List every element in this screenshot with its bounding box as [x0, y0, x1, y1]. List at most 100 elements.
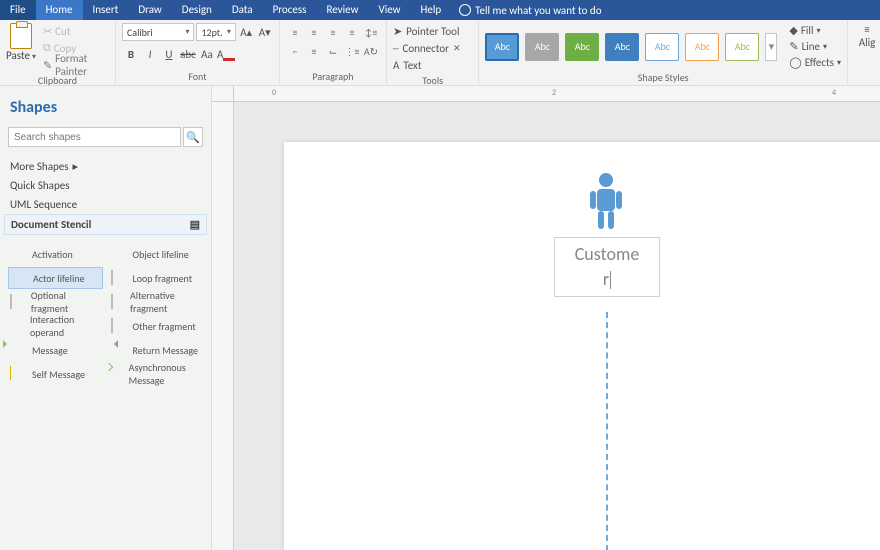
- align-left-button[interactable]: ≡: [286, 23, 304, 41]
- search-button[interactable]: 🔍: [183, 127, 203, 147]
- search-icon: 🔍: [186, 131, 200, 144]
- tell-me-search[interactable]: Tell me what you want to do: [451, 0, 609, 20]
- pointer-tool-button[interactable]: ➤Pointer Tool: [393, 23, 472, 39]
- group-paragraph: ≡ ≡ ≡ ≡ ↕≡ ⌐ ≡ ⌙ ⋮≡ A↻ Paragraph: [280, 20, 387, 85]
- bucket-icon: ◆: [789, 24, 797, 37]
- effects-button[interactable]: ◯Effects▾: [789, 55, 841, 70]
- style-swatch-4[interactable]: Abc: [605, 33, 639, 61]
- align-bottom-button[interactable]: ⌙: [324, 42, 342, 60]
- fill-button[interactable]: ◆Fill▾: [789, 23, 841, 38]
- quick-shapes-link[interactable]: Quick Shapes: [8, 176, 203, 195]
- underline-button[interactable]: U: [160, 45, 178, 63]
- more-shapes-link[interactable]: More Shapes▸: [8, 157, 203, 176]
- tab-process[interactable]: Process: [263, 0, 317, 20]
- actor-lifeline[interactable]: [606, 312, 608, 550]
- pen-icon: ✎: [789, 40, 798, 53]
- italic-button[interactable]: I: [141, 45, 159, 63]
- connector-icon: ─: [393, 42, 399, 55]
- tab-design[interactable]: Design: [172, 0, 222, 20]
- connector-tool-button[interactable]: ─Connector✕: [393, 40, 472, 56]
- change-case-button[interactable]: Aa: [198, 45, 216, 63]
- page[interactable]: Custome r: [284, 142, 880, 550]
- tab-data[interactable]: Data: [222, 0, 263, 20]
- align-icon: ≡: [864, 23, 869, 36]
- bullets-button[interactable]: ⋮≡: [343, 42, 361, 60]
- cut-button[interactable]: ✂Cut: [40, 23, 109, 39]
- style-swatch-7[interactable]: Abc: [725, 33, 759, 61]
- align-top-button[interactable]: ⌐: [286, 42, 304, 60]
- tab-home[interactable]: Home: [36, 0, 83, 20]
- actor-label-editor[interactable]: Custome r: [554, 237, 660, 297]
- chevron-right-icon: ▸: [73, 160, 79, 173]
- tab-draw[interactable]: Draw: [128, 0, 171, 20]
- align-button[interactable]: ≡ Alig: [854, 23, 880, 49]
- copy-icon: ⧉: [43, 41, 51, 55]
- shape-other-fragment[interactable]: Other fragment: [109, 315, 204, 337]
- shape-return-message[interactable]: Return Message: [109, 339, 204, 361]
- justify-button[interactable]: ≡: [343, 23, 361, 41]
- style-swatch-1[interactable]: Abc: [485, 33, 519, 61]
- style-swatch-3[interactable]: Abc: [565, 33, 599, 61]
- group-label-font: Font: [122, 69, 273, 85]
- ruler-horizontal[interactable]: 0 2 4: [234, 86, 880, 102]
- ribbon: Paste ✂Cut ⧉Copy ✎Format Painter Clipboa…: [0, 20, 880, 86]
- ribbon-tabs: File Home Insert Draw Design Data Proces…: [0, 0, 880, 20]
- font-name-combo[interactable]: Calibri▾: [122, 23, 195, 41]
- effects-icon: ◯: [789, 56, 801, 69]
- text-direction-button[interactable]: A↻: [362, 42, 380, 60]
- person-icon: [586, 172, 626, 230]
- grow-font-button[interactable]: A▴: [238, 23, 255, 41]
- align-middle-button[interactable]: ≡: [305, 42, 323, 60]
- shape-self-message[interactable]: Self Message: [8, 363, 103, 385]
- text-caret: [610, 271, 611, 289]
- align-center-button[interactable]: ≡: [305, 23, 323, 41]
- style-gallery-more[interactable]: ▾: [765, 33, 777, 61]
- shape-message[interactable]: Message: [8, 339, 103, 361]
- line-spacing-button[interactable]: ↕≡: [362, 23, 380, 41]
- brush-icon: ✎: [43, 59, 52, 72]
- shapes-title: Shapes: [10, 98, 203, 117]
- scissors-icon: ✂: [43, 25, 52, 38]
- style-swatch-2[interactable]: Abc: [525, 33, 559, 61]
- lightbulb-icon: [459, 4, 471, 16]
- shrink-font-button[interactable]: A▾: [256, 23, 273, 41]
- canvas-background[interactable]: Custome r: [234, 102, 880, 550]
- group-font: Calibri▾ 12pt.▾ A▴ A▾ B I U abc Aa A Fon…: [116, 20, 280, 85]
- shape-alternative-fragment[interactable]: Alternative fragment: [109, 291, 204, 313]
- shape-async-message[interactable]: Asynchronous Message: [109, 363, 204, 385]
- align-right-button[interactable]: ≡: [324, 23, 342, 41]
- shape-loop-fragment[interactable]: Loop fragment: [109, 267, 204, 289]
- paste-button[interactable]: Paste: [6, 23, 36, 73]
- shape-activation[interactable]: Activation: [8, 243, 103, 265]
- line-button[interactable]: ✎Line▾: [789, 39, 841, 54]
- uml-sequence-link[interactable]: UML Sequence: [8, 195, 203, 214]
- shape-optional-fragment[interactable]: Optional fragment: [8, 291, 103, 313]
- format-painter-button[interactable]: ✎Format Painter: [40, 57, 109, 73]
- style-swatch-6[interactable]: Abc: [685, 33, 719, 61]
- shape-object-lifeline[interactable]: Object lifeline: [109, 243, 204, 265]
- strike-button[interactable]: abc: [179, 45, 197, 63]
- tab-view[interactable]: View: [368, 0, 410, 20]
- tab-file[interactable]: File: [0, 0, 36, 20]
- search-shapes-input[interactable]: [8, 127, 181, 147]
- group-arrange: ≡ Alig: [848, 20, 880, 85]
- tab-review[interactable]: Review: [316, 0, 368, 20]
- bold-button[interactable]: B: [122, 45, 140, 63]
- ruler-vertical[interactable]: [212, 102, 234, 550]
- shapes-panel: Shapes 🔍 More Shapes▸ Quick Shapes UML S…: [0, 86, 212, 550]
- clipboard-icon: [10, 23, 32, 49]
- shape-interaction-operand[interactable]: Interaction operand: [8, 315, 103, 337]
- font-color-button[interactable]: A: [217, 45, 235, 63]
- style-swatch-5[interactable]: Abc: [645, 33, 679, 61]
- group-label-styles: Shape Styles: [485, 70, 841, 86]
- tab-help[interactable]: Help: [411, 0, 452, 20]
- pointer-icon: ➤: [393, 25, 402, 38]
- text-icon: A: [393, 59, 399, 72]
- shape-actor-lifeline[interactable]: Actor lifeline: [8, 267, 103, 289]
- document-stencil-header[interactable]: Document Stencil▤: [4, 214, 207, 235]
- actor-shape[interactable]: [584, 172, 628, 230]
- text-tool-button[interactable]: AText: [393, 57, 472, 73]
- font-size-combo[interactable]: 12pt.▾: [196, 23, 235, 41]
- tab-insert[interactable]: Insert: [83, 0, 129, 20]
- font-color-swatch: [223, 58, 235, 61]
